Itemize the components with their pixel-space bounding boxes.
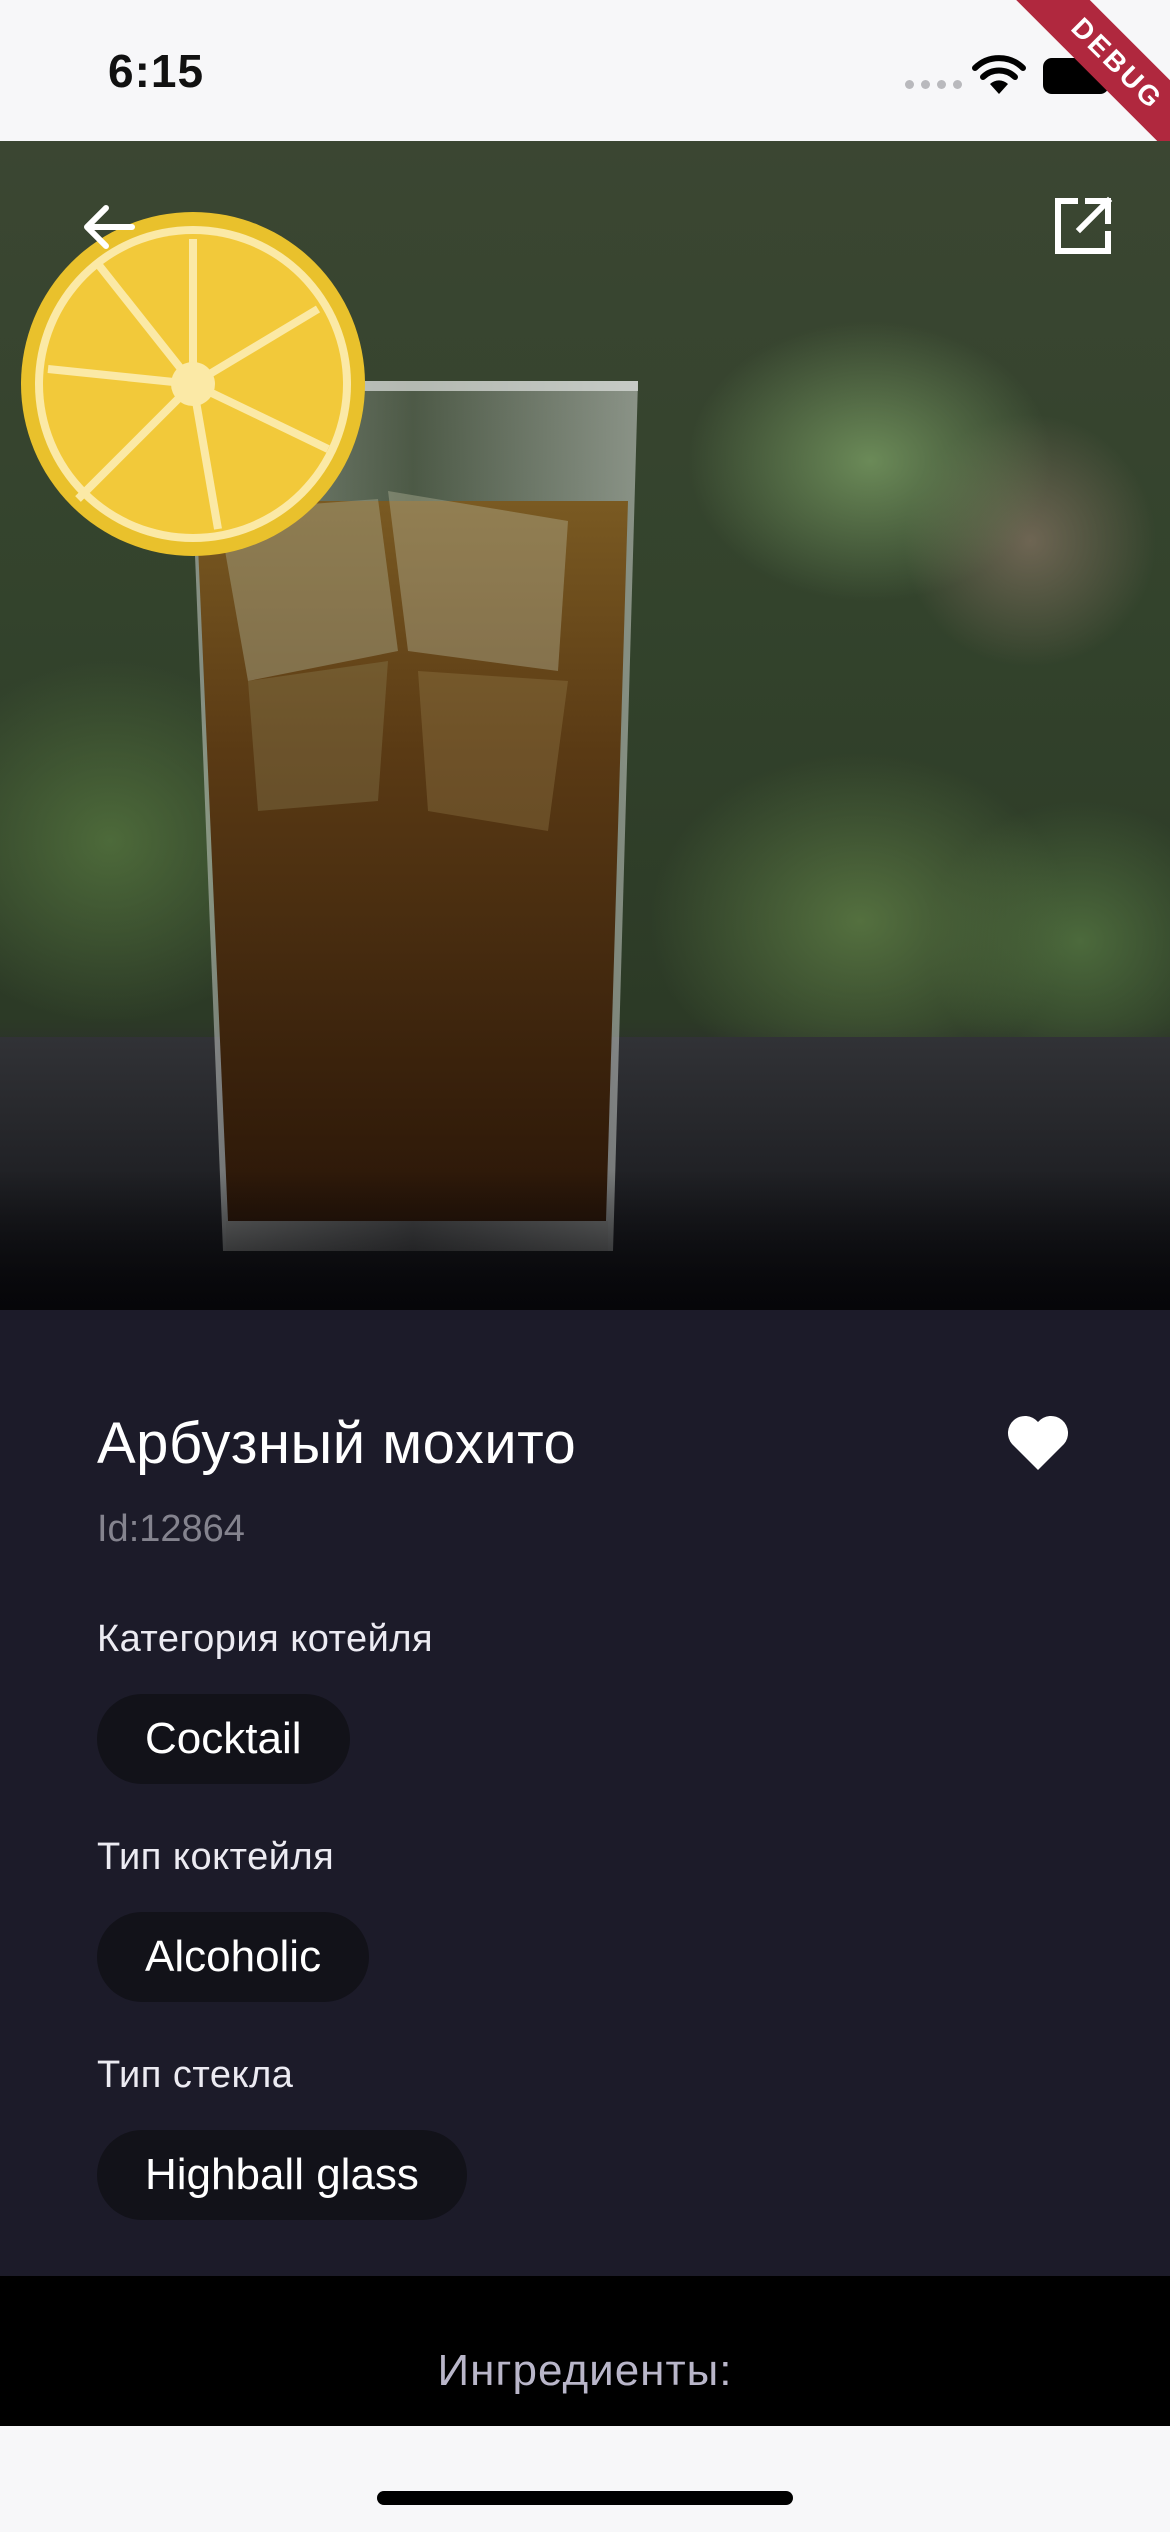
type-label: Тип коктейля — [97, 1836, 335, 1878]
hero-gradient-overlay — [0, 1170, 1170, 1310]
status-bar: 6:15 DEBUG — [0, 0, 1170, 200]
ingredients-section: Ингредиенты: — [0, 2276, 1170, 2426]
status-time: 6:15 — [108, 45, 205, 97]
type-chip[interactable]: Alcoholic — [97, 1912, 370, 2002]
ingredients-title: Ингредиенты: — [437, 2346, 733, 2395]
lemon-slice-image — [21, 212, 365, 556]
category-chip[interactable]: Cocktail — [97, 1694, 350, 1784]
glass-chip[interactable]: Highball glass — [97, 2130, 467, 2220]
open-external-icon[interactable] — [1052, 195, 1114, 257]
drink-details-panel: Арбузный мохито Id:12864 Категория котей… — [0, 1310, 1170, 2276]
heart-icon[interactable] — [1005, 1412, 1071, 1472]
wifi-icon — [972, 55, 1026, 94]
back-arrow-icon[interactable] — [78, 196, 140, 258]
cellular-signal-icon — [905, 80, 962, 89]
glass-label: Тип стекла — [97, 2054, 294, 2096]
home-indicator[interactable] — [377, 2491, 793, 2505]
drink-id: Id:12864 — [97, 1508, 245, 1550]
drink-title: Арбузный мохито — [97, 1411, 577, 1476]
drink-hero-image — [0, 141, 1170, 1310]
home-indicator-area — [0, 2426, 1170, 2532]
category-label: Категория котейля — [97, 1618, 434, 1660]
